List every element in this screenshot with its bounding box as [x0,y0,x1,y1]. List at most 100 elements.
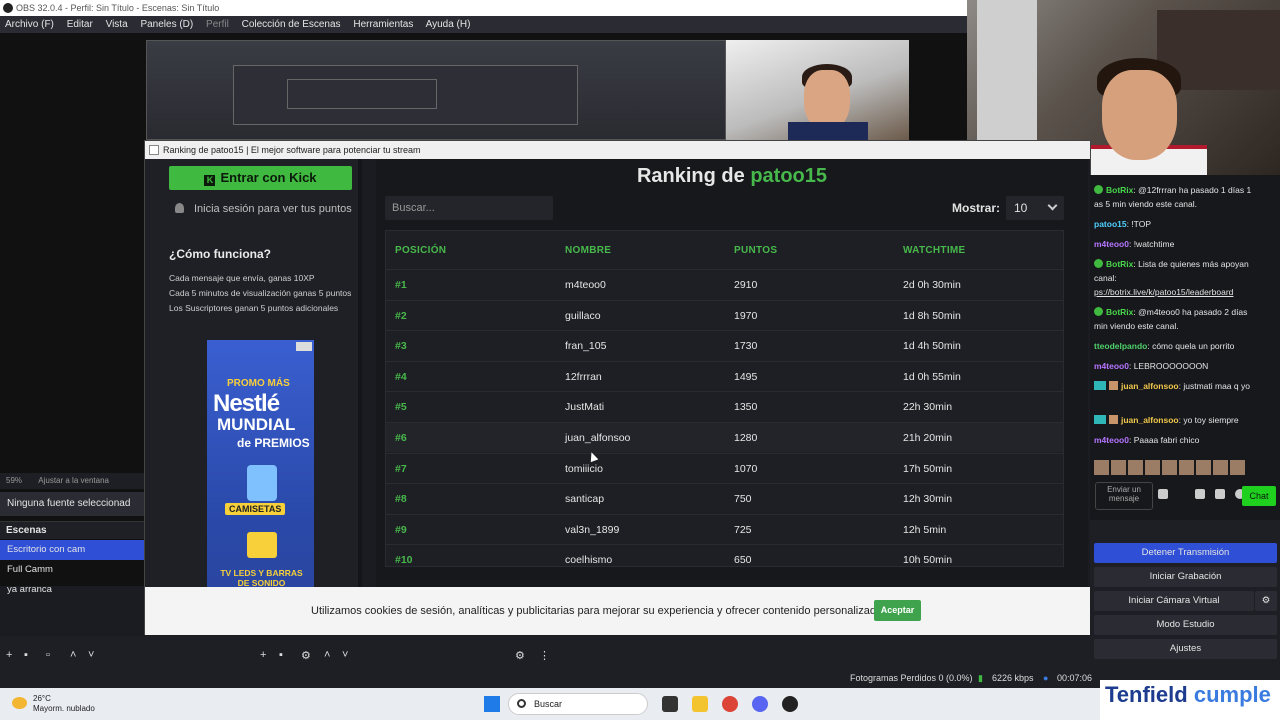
chat-input-bar: Enviar un mensaje Chat [1090,480,1280,510]
menu-archivo[interactable]: Archivo (F) [5,19,54,30]
search-input[interactable]: Buscar... [385,196,553,220]
add-source-icon[interactable]: + [260,649,266,661]
avatar[interactable] [1213,460,1228,475]
chat-username[interactable]: BotRix [1106,185,1133,195]
search-icon [517,699,526,708]
chat-message: juan_alfonsoo: justmati maa q yo [1094,379,1278,393]
add-scene-icon[interactable]: + [6,649,12,661]
avatar[interactable] [1111,460,1126,475]
table-row[interactable]: #7 tomiiicio 1070 17h 50min [386,452,1063,483]
col-watchtime[interactable]: WATCHTIME [903,245,966,256]
menu-paneles[interactable]: Paneles (D) [140,19,193,30]
table-row[interactable]: #6 juan_alfonsoo 1280 21h 20min [386,422,1063,452]
ad-tag-camisetas: CAMISETAS [225,503,286,515]
trash-icon[interactable]: ▪ [24,649,28,661]
scene-item[interactable]: ya arranca [0,580,144,600]
gear-icon[interactable]: ⚙ [301,649,311,662]
chat-input[interactable]: Enviar un mensaje [1095,482,1153,510]
chat-send-button[interactable]: Chat [1242,486,1276,506]
chrome-icon[interactable] [722,696,738,712]
table-row[interactable]: #2 guillaco 1970 1d 8h 50min [386,299,1063,330]
task-view-icon[interactable] [662,696,678,712]
menu-ayuda[interactable]: Ayuda (H) [426,19,471,30]
name-cell: m4teoo0 [565,279,606,291]
filter-icon[interactable]: ▫ [46,649,50,661]
store-icon[interactable] [1215,489,1225,499]
kick-login-button[interactable]: K Entrar con Kick [169,166,352,190]
chat-username[interactable]: BotRix [1106,307,1133,317]
chat-link[interactable]: ps://botrix.live/k/patoo15/leaderboard [1094,285,1278,299]
table-row[interactable]: #1 m4teoo0 2910 2d 0h 30min [386,269,1063,299]
virtual-camera-button[interactable]: Iniciar Cámara Virtual [1094,591,1254,611]
discord-icon[interactable] [752,696,768,712]
avatar[interactable] [1162,460,1177,475]
table-row[interactable]: #10 coelhismo 650 10h 50min [386,544,1063,574]
settings-button[interactable]: Ajustes [1094,639,1277,659]
col-position[interactable]: POSICIÓN [395,245,446,256]
avatar[interactable] [1179,460,1194,475]
camera-thumbnail [726,40,909,140]
scene-item[interactable]: Full Camm [0,560,144,580]
watchtime-cell: 1d 0h 55min [903,370,961,383]
menu-coleccion[interactable]: Colección de Escenas [242,19,341,30]
windows-start-icon[interactable] [484,696,500,712]
points-cell: 2910 [734,279,758,291]
col-name[interactable]: NOMBRE [565,245,611,256]
up-arrow-icon[interactable]: ˄ [70,649,76,661]
login-points-link[interactable]: Inicia sesión para ver tus puntos [175,203,352,215]
menu-herramientas[interactable]: Herramientas [353,19,413,30]
link-icon[interactable] [1195,489,1205,499]
up-arrow-icon[interactable]: ˄ [324,649,330,661]
chat-text: : Paaaa fabri chico [1128,435,1200,445]
menu-dots-icon[interactable]: ⋮ [539,649,550,662]
trash-icon[interactable]: ▪ [279,649,283,661]
chat-username[interactable]: juan_alfonsoo [1121,415,1179,425]
avatar[interactable] [1094,460,1109,475]
chat-username[interactable]: tteodelpando [1094,341,1147,351]
cookie-accept-button[interactable]: Aceptar [874,600,921,621]
table-row[interactable]: #9 val3n_1899 725 12h 5min [386,513,1063,544]
scene-item[interactable]: Escritorio con cam [0,540,144,560]
stop-stream-button[interactable]: Detener Transmisión [1094,543,1277,563]
chat-username[interactable]: juan_alfonsoo [1121,381,1179,391]
table-row[interactable]: #5 JustMati 1350 22h 30min [386,391,1063,421]
mixer-gear-icon[interactable]: ⚙ [515,649,525,662]
chat-username[interactable]: m4teoo0 [1094,361,1129,371]
file-explorer-icon[interactable] [692,696,708,712]
nestle-ad-banner[interactable]: PROMO MÁS Nestlé MUNDIAL de PREMIOS CAMI… [207,340,314,603]
start-recording-button[interactable]: Iniciar Grabación [1094,567,1277,587]
avatar[interactable] [1196,460,1211,475]
studio-mode-button[interactable]: Modo Estudio [1094,615,1277,635]
table-row[interactable]: #3 fran_105 1730 1d 4h 50min [386,330,1063,360]
chat-username[interactable]: BotRix [1106,259,1133,269]
user-icon [175,203,184,213]
ranking-main: Ranking de patoo15 Buscar... Mostrar: 10… [376,159,1088,587]
table-row[interactable]: #8 santicap 750 12h 30min [386,483,1063,513]
col-points[interactable]: PUNTOS [734,245,777,256]
obs-taskbar-icon[interactable] [782,696,798,712]
show-count-select[interactable]: 10 [1006,196,1064,220]
chat-username[interactable]: m4teoo0 [1094,239,1129,249]
menu-perfil[interactable]: Perfil [206,19,229,30]
weather-widget[interactable]: 26°C Mayorm. nublado [12,694,95,714]
zoom-level[interactable]: 59% [6,476,22,485]
ad-choices-icon[interactable] [296,342,312,351]
down-arrow-icon[interactable]: ˅ [342,649,348,661]
table-row[interactable]: #4 12frrran 1495 1d 0h 55min [386,360,1063,391]
how-line: Cada 5 minutos de visualización ganas 5 … [169,288,352,298]
menu-editar[interactable]: Editar [67,19,93,30]
taskbar-search[interactable]: Buscar [508,693,648,715]
gear-icon[interactable]: ⚙ [1255,591,1277,611]
avatar[interactable] [1145,460,1160,475]
chat-username[interactable]: m4teoo0 [1094,435,1129,445]
chat-username[interactable]: patoo15 [1094,219,1127,229]
menu-vista[interactable]: Vista [106,19,128,30]
rank-cell: #7 [395,462,407,475]
fit-window-button[interactable]: Ajustar a la ventana [38,476,109,485]
avatar[interactable] [1230,460,1245,475]
avatar[interactable] [1128,460,1143,475]
emoji-icon[interactable] [1158,489,1168,499]
down-arrow-icon[interactable]: ˅ [88,649,94,661]
watchtime-cell: 1d 8h 50min [903,309,961,322]
show-label: Mostrar: [952,201,1001,215]
